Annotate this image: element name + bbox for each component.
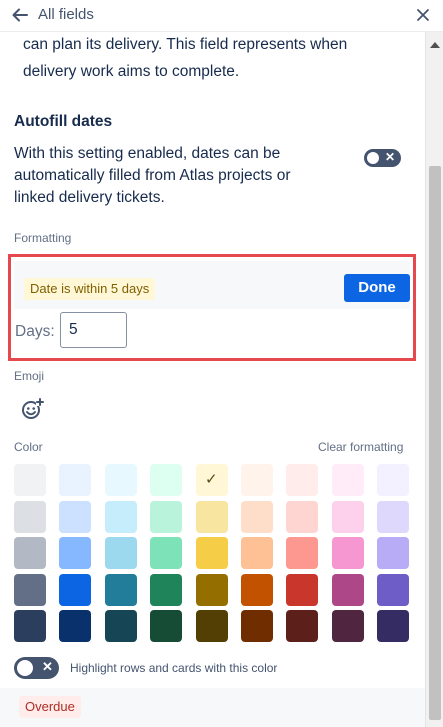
highlight-toggle[interactable]: ✕ [14, 657, 59, 679]
color-swatch[interactable] [105, 537, 137, 569]
panel-header: All fields [0, 0, 443, 32]
color-swatch[interactable] [377, 574, 409, 606]
color-swatch[interactable] [14, 574, 46, 606]
close-button[interactable] [412, 4, 434, 26]
color-swatch[interactable] [196, 610, 228, 642]
color-swatch[interactable] [286, 574, 318, 606]
color-swatch[interactable] [59, 537, 91, 569]
days-input[interactable]: 5 [60, 312, 127, 348]
format-rule-editor: Date is within 5 days Done Days: 5 [8, 254, 416, 361]
color-swatch[interactable] [14, 537, 46, 569]
color-swatch[interactable] [241, 610, 273, 642]
arrow-left-icon [12, 8, 28, 22]
color-swatch[interactable] [59, 574, 91, 606]
color-swatch[interactable] [196, 501, 228, 533]
color-swatch[interactable] [332, 464, 364, 496]
color-swatch[interactable] [150, 610, 182, 642]
color-swatch[interactable] [241, 537, 273, 569]
rule-header: Date is within 5 days Done [14, 261, 410, 309]
color-swatch[interactable] [105, 610, 137, 642]
description-line-2: delivery work aims to complete. [23, 63, 240, 80]
add-emoji-button[interactable] [20, 397, 44, 421]
color-swatch[interactable] [377, 537, 409, 569]
clear-formatting-link[interactable]: Clear formatting [318, 440, 403, 454]
formatting-label: Formatting [14, 231, 72, 245]
back-button[interactable] [9, 4, 31, 26]
color-swatch[interactable] [105, 574, 137, 606]
color-swatch[interactable] [150, 501, 182, 533]
days-label: Days: [15, 323, 55, 340]
color-swatch[interactable] [59, 501, 91, 533]
scroll-up-arrow-icon[interactable] [430, 42, 440, 48]
header-title: All fields [38, 6, 94, 23]
color-swatch[interactable] [196, 574, 228, 606]
color-label: Color [14, 440, 43, 454]
color-swatch[interactable] [377, 501, 409, 533]
done-button[interactable]: Done [344, 274, 410, 302]
scrollbar[interactable] [425, 32, 443, 727]
color-swatch[interactable] [14, 464, 46, 496]
color-swatch[interactable] [286, 464, 318, 496]
overdue-rule-chip: Overdue [19, 696, 81, 718]
close-icon [417, 9, 429, 21]
color-swatch[interactable] [332, 574, 364, 606]
description-line-1: can plan its delivery. This field repres… [23, 36, 348, 53]
settings-content[interactable]: can plan its delivery. This field repres… [0, 32, 425, 727]
checkmark-icon: ✓ [205, 471, 218, 488]
color-swatch[interactable] [241, 501, 273, 533]
toggle-knob [17, 660, 33, 676]
color-swatch[interactable] [377, 610, 409, 642]
color-swatch[interactable]: ✓ [196, 464, 228, 496]
color-swatch[interactable] [196, 537, 228, 569]
rule-preview-chip: Date is within 5 days [24, 278, 156, 300]
color-swatch[interactable] [150, 574, 182, 606]
toggle-knob [367, 152, 379, 164]
color-swatch[interactable] [377, 464, 409, 496]
color-swatch[interactable] [332, 610, 364, 642]
toggle-off-icon: ✕ [42, 659, 53, 674]
color-swatch[interactable] [105, 464, 137, 496]
color-swatch[interactable] [332, 537, 364, 569]
autofill-title: Autofill dates [14, 113, 113, 130]
color-swatch[interactable] [14, 610, 46, 642]
highlight-label: Highlight rows and cards with this color [70, 661, 278, 675]
color-swatch[interactable] [286, 501, 318, 533]
emoji-label: Emoji [14, 369, 45, 383]
autofill-description: With this setting enabled, dates can be … [14, 145, 291, 206]
color-swatch[interactable] [105, 501, 137, 533]
color-swatch[interactable] [286, 537, 318, 569]
scrollbar-thumb[interactable] [429, 166, 441, 720]
add-emoji-icon [22, 398, 44, 419]
color-swatch[interactable] [241, 574, 273, 606]
autofill-toggle[interactable]: ✕ [364, 149, 401, 167]
color-swatch[interactable] [59, 464, 91, 496]
toggle-off-icon: ✕ [385, 150, 396, 164]
color-swatch[interactable] [241, 464, 273, 496]
color-swatch[interactable] [150, 537, 182, 569]
color-swatch[interactable] [286, 610, 318, 642]
color-swatch[interactable] [150, 464, 182, 496]
color-swatch[interactable] [14, 501, 46, 533]
color-swatch[interactable] [59, 610, 91, 642]
color-swatch[interactable] [332, 501, 364, 533]
